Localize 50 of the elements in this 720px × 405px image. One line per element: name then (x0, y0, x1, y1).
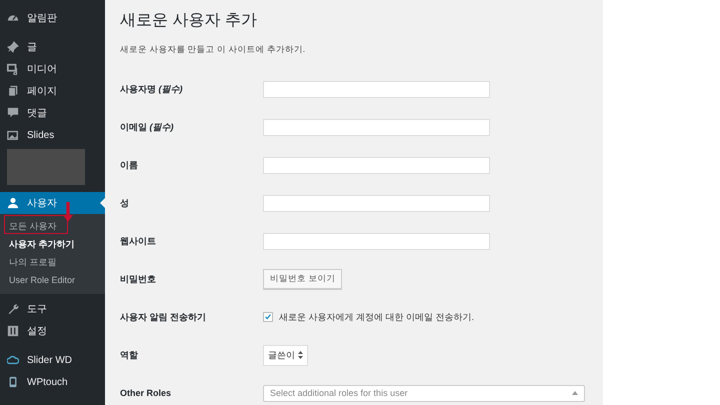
sidebar-item[interactable]: 미디어 (0, 58, 105, 80)
submenu-item[interactable]: 사용자 추가하기 (0, 235, 105, 253)
page-description: 새로운 사용자를 만들고 이 사이트에 추가하기. (120, 44, 306, 56)
checkbox-label: 새로운 사용자에게 계정에 대한 이메일 전송하기. (279, 310, 474, 324)
media-icon (7, 63, 19, 75)
text-field[interactable] (263, 232, 490, 250)
sidebar-item[interactable]: 댓글 (0, 102, 105, 124)
sidebar-item[interactable]: Slider WD (0, 349, 105, 371)
phone-icon (7, 376, 19, 388)
pin-icon (7, 41, 19, 53)
sort-arrows-icon (298, 351, 303, 359)
role-select[interactable]: 글쓴이 (263, 344, 308, 366)
sidebar-item[interactable]: 알림판 (0, 7, 105, 29)
caret-icon (572, 391, 578, 395)
text-field[interactable] (263, 156, 490, 174)
sidebar-item[interactable]: 페이지 (0, 80, 105, 102)
field-label: 이름 (120, 158, 139, 172)
submenu-item[interactable]: 모든 사용자 (0, 217, 105, 235)
field-label: Other Roles (120, 388, 172, 398)
field-label: 역할 (120, 348, 139, 362)
field-label: 웹사이트 (120, 234, 157, 248)
sidebar-item[interactable]: Slides (0, 124, 105, 146)
sidebar-item[interactable]: 글 (0, 36, 105, 58)
wrench-icon (7, 303, 19, 315)
sidebar-item[interactable]: 도구 (0, 298, 105, 320)
text-field[interactable] (263, 80, 490, 98)
image-icon (7, 129, 19, 141)
sidebar-item[interactable]: 사용자 (0, 192, 105, 214)
sidebar-item[interactable]: WPtouch (0, 371, 105, 393)
show-password-button[interactable]: 비밀번호 보이기 (263, 269, 342, 289)
text-field[interactable] (263, 118, 490, 136)
comment-icon (7, 107, 19, 119)
field-label: 사용자 알림 전송하기 (120, 310, 208, 324)
submenu-item[interactable]: User Role Editor (0, 271, 105, 289)
sidebar-item[interactable]: 설정 (0, 320, 105, 342)
field-label: 사용자명 (필수) (120, 82, 184, 96)
roles-select[interactable]: Select additional roles for this user (263, 384, 585, 402)
cloud-icon (7, 354, 19, 366)
page-title: 새로운 사용자 추가 (120, 11, 258, 31)
checkbox[interactable] (263, 312, 273, 322)
field-label: 이메일 (필수) (120, 120, 175, 134)
text-field[interactable] (263, 194, 490, 212)
down-arrow-icon (63, 202, 73, 222)
field-label: 비밀번호 (120, 272, 157, 286)
highlight-box (4, 215, 68, 234)
submenu-item[interactable]: 나의 프로필 (0, 253, 105, 271)
user-icon (7, 197, 19, 209)
field-label: 성 (120, 196, 130, 210)
pages-icon (7, 85, 19, 97)
settings-icon (7, 325, 19, 337)
